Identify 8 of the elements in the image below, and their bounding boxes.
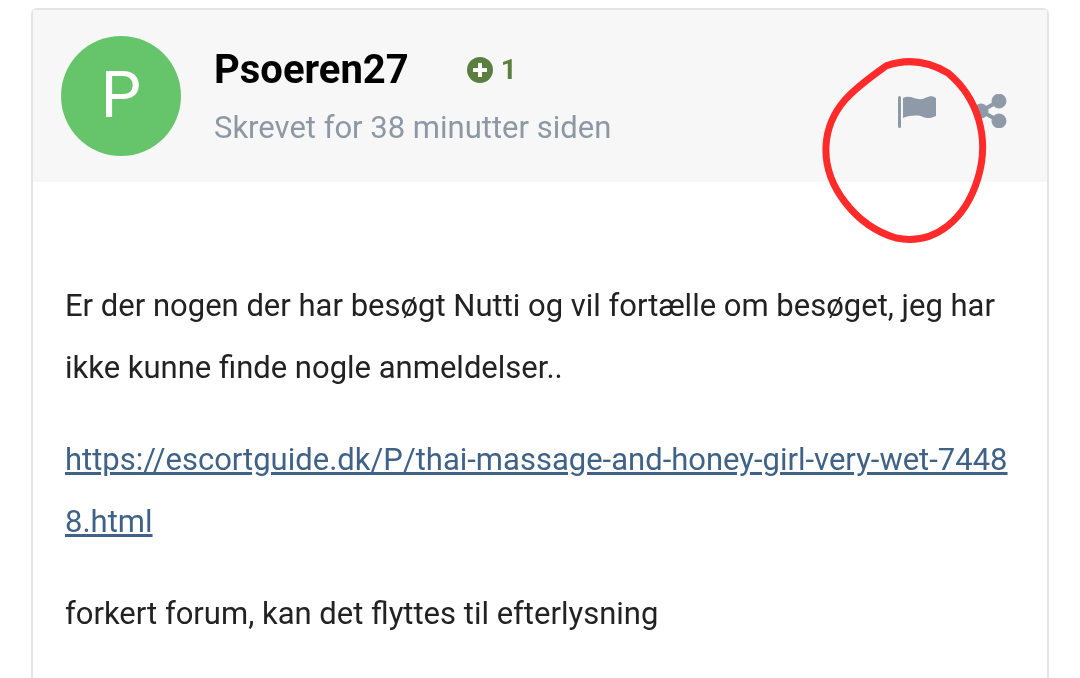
flag-icon[interactable] xyxy=(897,94,937,128)
plus-icon xyxy=(466,56,493,83)
post-paragraph: Er der nogen der har besøgt Nutti og vil fortælle om besøget, jeg har ikke kunne finde nogle anmeldelser.. xyxy=(65,286,996,388)
author-name[interactable]: Psoeren27 xyxy=(214,49,409,90)
reputation-count: 1 xyxy=(500,55,517,84)
post-time: Skrevet for 38 minutter siden xyxy=(214,111,612,143)
post-paragraph: forkert forum, kan det flyttes til efterlysning xyxy=(65,594,660,634)
post-link[interactable]: https://escortguide.dk/P/thai-massage-and-honey-girl-very-wet-74488.html xyxy=(65,429,1017,553)
